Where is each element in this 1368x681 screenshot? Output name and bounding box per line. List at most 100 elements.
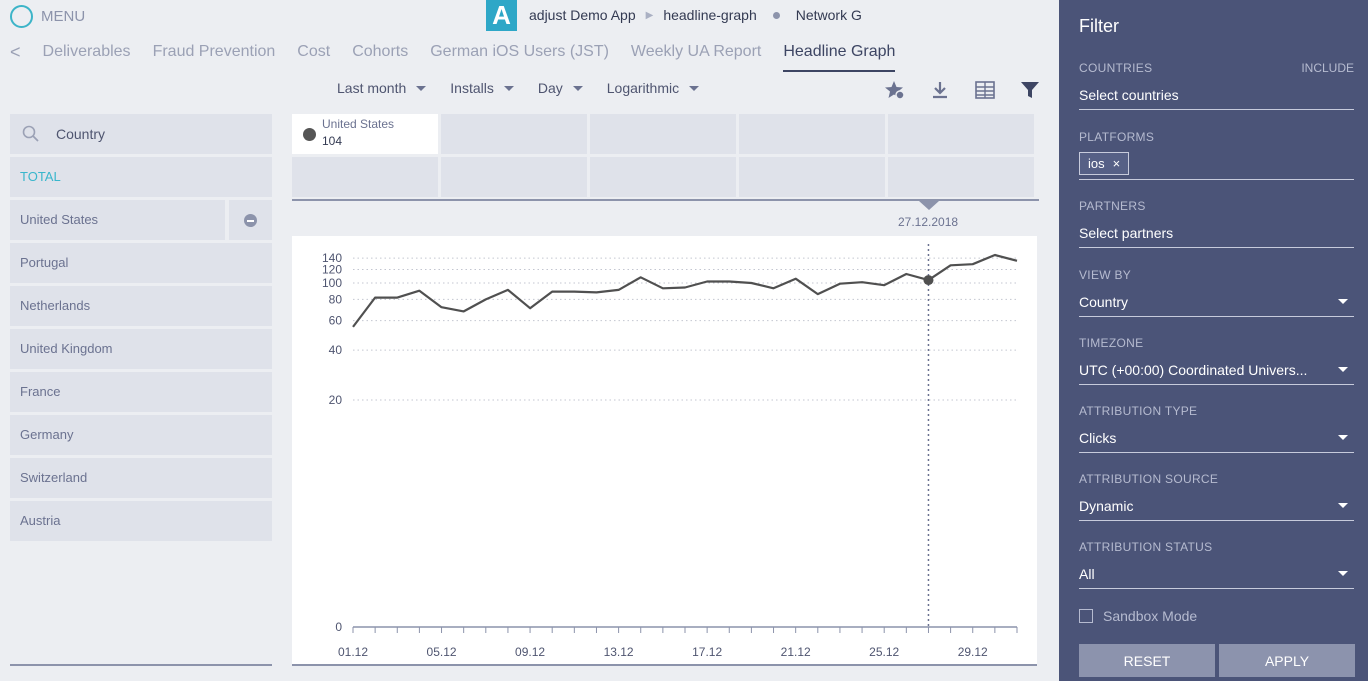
view-by-select[interactable]: Country (1079, 287, 1354, 317)
tab-headline-graph[interactable]: Headline Graph (783, 38, 896, 72)
caret-down-icon (1338, 503, 1348, 508)
attribution-status-value: All (1079, 565, 1095, 582)
tab-german-ios-users[interactable]: German iOS Users (JST) (430, 38, 609, 72)
granularity-value: Day (537, 80, 563, 96)
countries-select[interactable]: Select countries (1079, 80, 1354, 110)
list-item-united-kingdom[interactable]: United Kingdom (10, 329, 272, 369)
filter-title: Filter (1079, 16, 1119, 36)
timezone-select[interactable]: UTC (+00:00) Coordinated Univers... (1079, 355, 1354, 385)
x-tick-label: 13.12 (604, 645, 634, 659)
table-icon[interactable] (975, 80, 995, 100)
legend-cell-empty[interactable] (292, 157, 438, 197)
line-chart[interactable]: 02040608010012014001.12 05.12 09.12 13.12 17… (292, 236, 1037, 666)
granularity-dropdown[interactable]: Day (538, 80, 583, 96)
legend-cell-empty[interactable] (739, 114, 885, 154)
headline-chart[interactable]: 0 20 40 60 80 100 120 140 01.12 05.12 09.12 13.12 17… (292, 236, 1037, 666)
close-icon[interactable]: × (1113, 156, 1121, 171)
legend-cell-empty[interactable] (888, 114, 1034, 154)
filter-icon[interactable] (1020, 80, 1040, 100)
caret-down-icon (503, 85, 514, 91)
tab-cohorts[interactable]: Cohorts (352, 38, 408, 72)
caret-down-icon (572, 85, 583, 91)
view-by-label: VIEW BY (1079, 268, 1132, 282)
y-tick-label: 0 (335, 620, 342, 634)
attribution-status-select[interactable]: All (1079, 559, 1354, 589)
chevron-right-icon: ▶ (645, 9, 654, 21)
legend-cell-empty[interactable] (441, 114, 587, 154)
list-item-germany[interactable]: Germany (10, 415, 272, 455)
reset-button[interactable]: RESET (1079, 644, 1215, 677)
sandbox-mode-checkbox[interactable]: Sandbox Mode (1079, 608, 1197, 624)
caret-down-icon (1338, 367, 1348, 372)
legend-cell-empty[interactable] (739, 157, 885, 197)
sandbox-mode-label: Sandbox Mode (1103, 608, 1198, 624)
list-item-portugal[interactable]: Portugal (10, 243, 272, 283)
breadcrumb-dashboard[interactable]: headline-graph (663, 7, 756, 23)
divider (10, 664, 272, 666)
caret-down-icon (689, 85, 700, 91)
minus-circle-icon (244, 214, 257, 227)
metric-dropdown[interactable]: Installs (450, 80, 514, 96)
period-value: Last month (337, 80, 407, 96)
legend-series-name: United States (322, 117, 395, 131)
legend-cell-empty[interactable] (888, 157, 1034, 197)
menu-button[interactable]: MENU (10, 4, 85, 28)
timezone-value: UTC (+00:00) Coordinated Univers... (1079, 361, 1308, 378)
tab-weekly-ua-report[interactable]: Weekly UA Report (631, 38, 761, 72)
search-placeholder: Country (56, 126, 106, 142)
list-item-switzerland[interactable]: Switzerland (10, 458, 272, 498)
tab-fraud-prevention[interactable]: Fraud Prevention (153, 38, 276, 72)
legend-cell-united-states[interactable]: United States 104 (292, 114, 438, 154)
remove-series-button[interactable] (229, 200, 272, 240)
platforms-select[interactable]: ios × (1079, 148, 1354, 180)
partners-placeholder: Select partners (1079, 224, 1174, 241)
attribution-type-value: Clicks (1079, 429, 1117, 446)
checkbox-icon[interactable] (1079, 609, 1093, 623)
attribution-type-select[interactable]: Clicks (1079, 423, 1354, 453)
attribution-source-label: ATTRIBUTION SOURCE (1079, 472, 1219, 486)
list-item-netherlands[interactable]: Netherlands (10, 286, 272, 326)
search-icon (22, 125, 39, 142)
attribution-source-value: Dynamic (1079, 497, 1134, 514)
y-tick-label: 60 (329, 314, 343, 328)
y-tick-label: 20 (329, 393, 343, 407)
dot-separator-icon (772, 11, 780, 19)
metric-value: Installs (450, 80, 494, 96)
countries-label: COUNTRIES (1079, 61, 1153, 75)
x-tick-label: 09.12 (515, 645, 545, 659)
tab-cost[interactable]: Cost (297, 38, 330, 72)
include-toggle[interactable]: INCLUDE (1301, 61, 1354, 75)
tab-deliverables[interactable]: Deliverables (43, 38, 131, 72)
favorite-icon[interactable] (885, 80, 905, 100)
caret-down-icon (1338, 571, 1348, 576)
list-item-united-states[interactable]: United States (10, 200, 225, 240)
apply-button[interactable]: APPLY (1219, 644, 1355, 677)
series-line-united-states (352, 253, 1018, 328)
breadcrumb-network[interactable]: Network G (796, 7, 862, 23)
attribution-status-label: ATTRIBUTION STATUS (1079, 540, 1213, 554)
platform-chip-label: ios (1088, 156, 1105, 171)
legend-cell-empty[interactable] (441, 157, 587, 197)
period-dropdown[interactable]: Last month (337, 80, 427, 96)
y-tick-label: 100 (322, 276, 342, 290)
partners-select[interactable]: Select partners (1079, 218, 1354, 248)
hover-date-label: 27.12.2018 (898, 215, 959, 229)
date-marker-icon[interactable] (919, 201, 939, 210)
country-search-input[interactable]: Country (10, 114, 272, 154)
scale-dropdown[interactable]: Logarithmic (607, 80, 700, 96)
app-name[interactable]: adjust Demo App (529, 7, 636, 23)
legend-cell-empty[interactable] (590, 157, 736, 197)
list-item-total[interactable]: TOTAL (10, 157, 272, 197)
graph-toolbar: Last month Installs Day Logarithmic (337, 80, 700, 96)
partners-label: PARTNERS (1079, 199, 1146, 213)
legend-series-value: 104 (322, 134, 343, 148)
legend-cell-empty[interactable] (590, 114, 736, 154)
list-item-austria[interactable]: Austria (10, 501, 272, 541)
attribution-source-select[interactable]: Dynamic (1079, 491, 1354, 521)
list-item-france[interactable]: France (10, 372, 272, 412)
back-arrow-icon[interactable]: < (10, 38, 21, 66)
caret-down-icon (1338, 435, 1348, 440)
x-tick-label: 25.12 (869, 645, 899, 659)
download-icon[interactable] (930, 80, 950, 100)
platforms-label: PLATFORMS (1079, 130, 1155, 144)
